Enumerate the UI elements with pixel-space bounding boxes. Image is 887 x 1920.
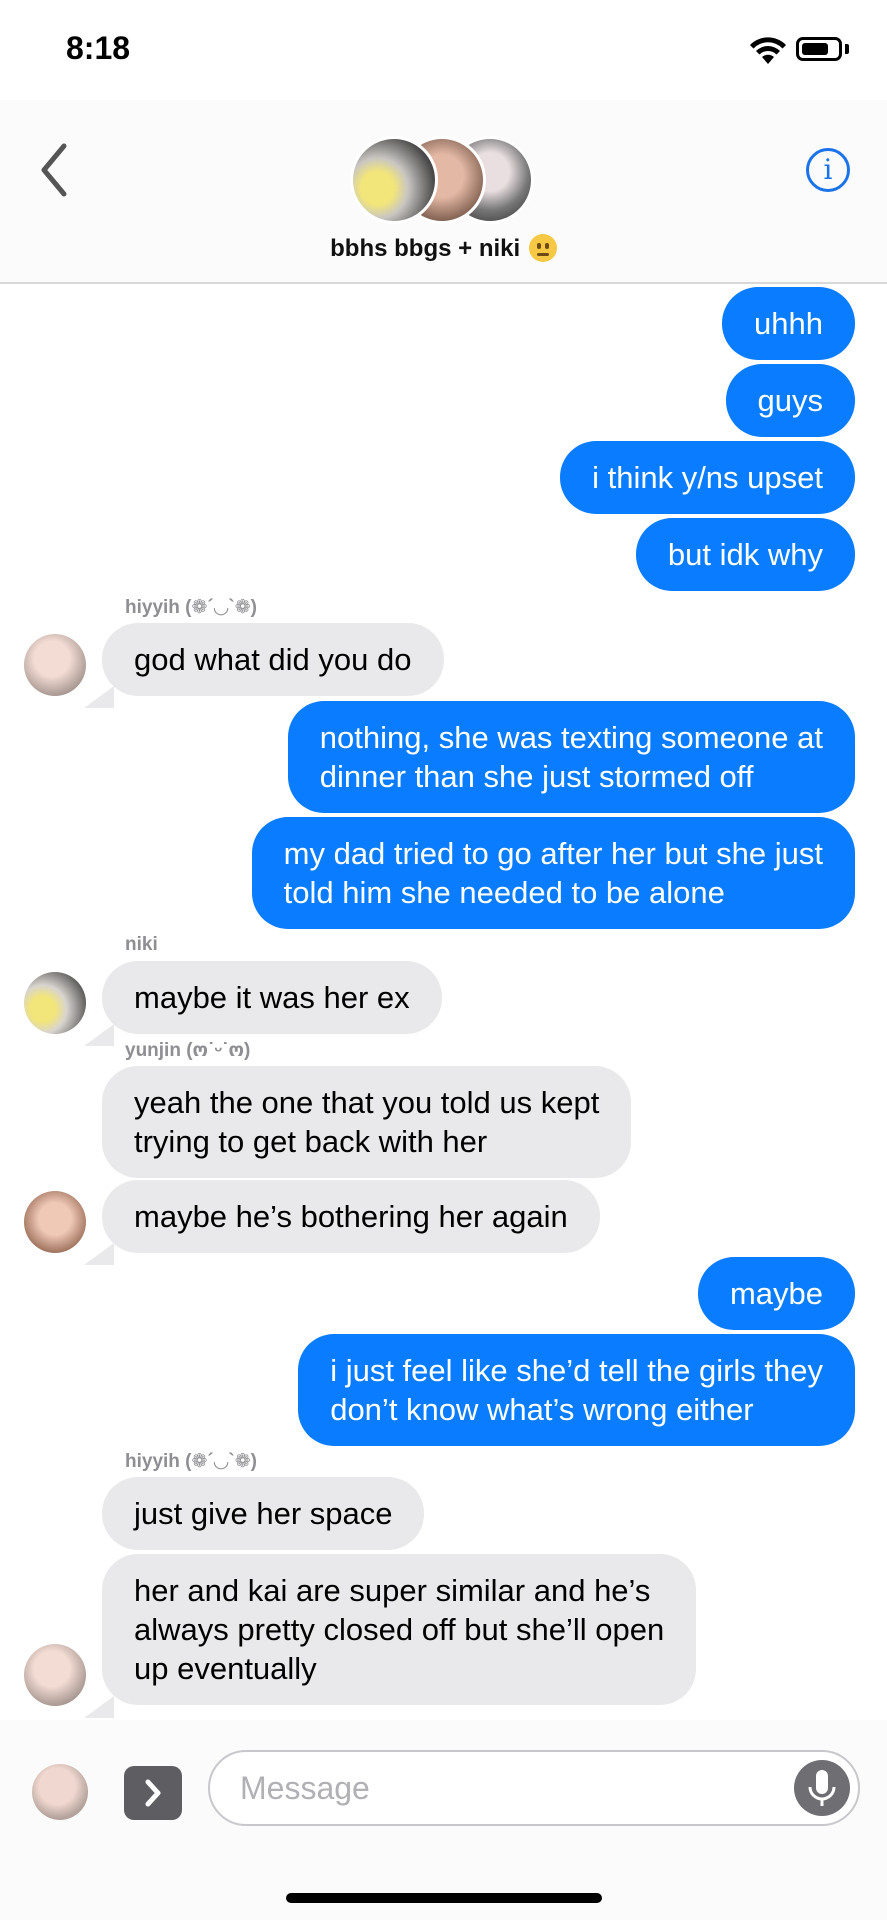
message-bubble-outgoing[interactable]: but idk why bbox=[635, 518, 855, 591]
status-time: 8:18 bbox=[66, 30, 131, 66]
group-avatar-stack[interactable] bbox=[350, 136, 534, 224]
chevron-left-icon[interactable] bbox=[34, 140, 74, 200]
wifi-icon bbox=[750, 37, 786, 64]
sender-name: yunjin (ო˙ᵕ˙ო) bbox=[125, 1040, 251, 1061]
message-bubble-outgoing[interactable]: maybe bbox=[697, 1257, 855, 1330]
message-bubble-outgoing[interactable]: guys bbox=[725, 364, 855, 437]
message-bubble-incoming[interactable]: maybe it was her ex bbox=[102, 961, 442, 1034]
chevron-right-icon bbox=[145, 1779, 161, 1807]
battery-cap bbox=[845, 44, 849, 54]
message-bubble-incoming[interactable]: god what did you do bbox=[102, 623, 444, 696]
message-placeholder: Message bbox=[240, 1770, 370, 1806]
avatar[interactable] bbox=[24, 1191, 86, 1253]
info-icon[interactable]: i bbox=[806, 148, 850, 192]
message-bubble-outgoing[interactable]: i just feel like she’d tell the girls th… bbox=[298, 1334, 855, 1446]
message-bubble-incoming[interactable]: maybe he’s bothering her again bbox=[102, 1180, 600, 1253]
expand-apps-button[interactable] bbox=[124, 1766, 182, 1820]
message-composer: Message bbox=[0, 1720, 887, 1920]
sender-name: niki bbox=[125, 934, 158, 955]
microphone-icon bbox=[808, 1770, 836, 1806]
status-bar: 8:18 bbox=[0, 0, 887, 100]
bubble-tail bbox=[84, 1696, 114, 1718]
message-bubble-outgoing[interactable]: my dad tried to go after her but she jus… bbox=[251, 817, 855, 929]
sender-name: hiyyih (❁´◡`❁) bbox=[125, 1451, 257, 1472]
sender-name: hiyyih (❁´◡`❁) bbox=[125, 597, 257, 618]
message-input[interactable]: Message bbox=[208, 1750, 860, 1826]
message-bubble-incoming[interactable]: her and kai are super similar and he’s a… bbox=[102, 1554, 697, 1705]
avatar[interactable] bbox=[32, 1764, 88, 1820]
home-indicator[interactable] bbox=[286, 1893, 602, 1903]
dictation-button[interactable] bbox=[794, 1760, 850, 1816]
group-name: bbhs bbgs + niki bbox=[330, 235, 521, 262]
avatar[interactable] bbox=[24, 972, 86, 1034]
group-title[interactable]: bbhs bbgs + niki bbox=[0, 234, 887, 263]
bubble-tail bbox=[84, 686, 114, 708]
message-bubble-outgoing[interactable]: nothing, she was texting someone at dinn… bbox=[287, 701, 855, 813]
battery-level bbox=[802, 43, 828, 55]
bubble-tail bbox=[84, 1024, 114, 1046]
message-bubble-outgoing[interactable]: i think y/ns upset bbox=[560, 441, 855, 514]
message-bubble-incoming[interactable]: just give her space bbox=[102, 1477, 425, 1550]
message-thread[interactable]: uhhh guys i think y/ns upset but idk why… bbox=[0, 284, 887, 1718]
message-bubble-incoming[interactable]: yeah the one that you told us kept tryin… bbox=[102, 1066, 632, 1178]
group-member-avatar bbox=[350, 136, 438, 224]
avatar[interactable] bbox=[24, 1644, 86, 1706]
battery-icon bbox=[796, 37, 842, 61]
bubble-tail bbox=[84, 1243, 114, 1265]
message-bubble-outgoing[interactable]: uhhh bbox=[722, 287, 855, 360]
avatar[interactable] bbox=[24, 634, 86, 696]
conversation-header: bbhs bbgs + niki i bbox=[0, 100, 887, 284]
neutral-face-emoji-icon bbox=[528, 234, 557, 262]
